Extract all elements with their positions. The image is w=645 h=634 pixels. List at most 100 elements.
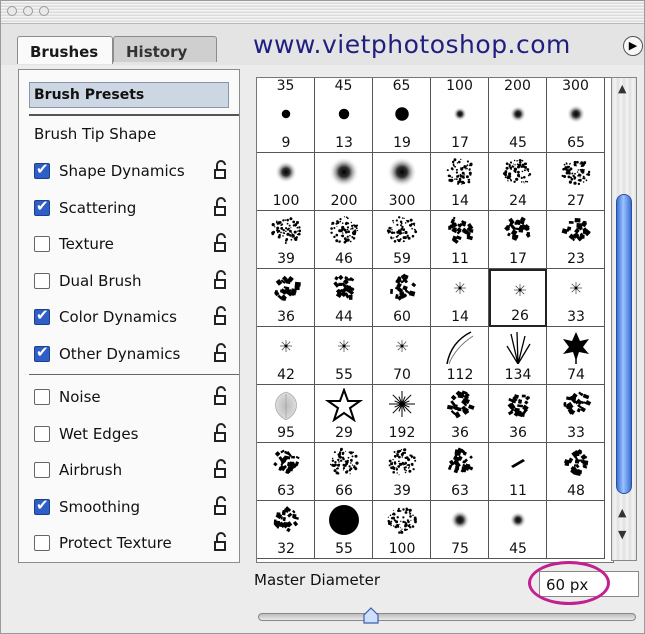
brush-tile[interactable]: 44 [315,269,373,327]
brush-tile[interactable]: 17 [431,95,489,153]
checkbox[interactable] [34,535,50,551]
brush-tile[interactable]: 17 [489,211,547,269]
master-diameter-slider[interactable] [258,613,636,621]
checkbox[interactable] [34,306,50,325]
grid-scrollbar[interactable]: ▲ ▲ ▼ [611,77,637,561]
lock-icon[interactable] [210,196,232,219]
scroll-up-arrow-icon[interactable]: ▲ [618,82,626,95]
brush-size-label: 70 [393,367,411,383]
brush-tile[interactable]: 55 [315,501,373,559]
tab-brushes[interactable]: Brushes [17,36,113,64]
checkbox[interactable] [34,389,50,405]
option-smoothing[interactable]: Smoothing [34,496,234,520]
option-noise[interactable]: Noise [34,386,234,410]
brush-tip-shape-item[interactable]: Brush Tip Shape [34,125,156,143]
brush-tile[interactable]: 45 [489,95,547,153]
brush-tile[interactable]: 100 [373,501,431,559]
master-diameter-input[interactable]: 60 px [539,571,639,597]
option-color-dynamics[interactable]: Color Dynamics [34,306,234,330]
checkbox[interactable] [34,496,50,515]
brush-tile[interactable]: 9 [257,95,315,153]
slider-knob[interactable] [362,607,380,625]
brush-tile[interactable]: 300 [373,153,431,211]
brush-tile[interactable]: 46 [315,211,373,269]
brush-tile[interactable]: 39 [257,211,315,269]
checkbox[interactable] [34,425,50,442]
lock-icon[interactable] [210,532,232,554]
checkbox[interactable] [34,197,50,216]
brush-tile[interactable]: 13 [315,95,373,153]
checkbox[interactable] [34,462,50,478]
checkbox[interactable] [34,272,50,289]
palette-menu-button[interactable]: ▶ [623,36,643,56]
brush-tile[interactable]: 14 [431,153,489,211]
lock-icon[interactable] [210,495,232,518]
brush-tile[interactable]: 23 [547,211,605,269]
brush-tile[interactable]: 63 [257,443,315,501]
checkbox[interactable] [34,343,50,362]
brush-tile[interactable]: 100 [257,153,315,211]
zoom-window-icon[interactable] [39,6,49,16]
brush-tile[interactable]: 36 [489,385,547,443]
checkbox[interactable] [34,236,50,252]
brush-tile[interactable]: 33 [547,269,605,327]
lock-icon[interactable] [210,386,232,408]
brush-tile[interactable]: 11 [489,443,547,501]
minimize-window-icon[interactable] [23,6,33,16]
brush-tile[interactable]: 59 [373,211,431,269]
brush-tile[interactable]: 19 [373,95,431,153]
brush-tile[interactable]: 42 [257,327,315,385]
brush-tile[interactable]: 32 [257,501,315,559]
lock-icon[interactable] [210,459,232,481]
brush-size-label: 200 [330,193,358,209]
scroll-down-arrow-icon[interactable]: ▼ [618,528,626,541]
brush-tile[interactable]: 60 [373,269,431,327]
lock-icon[interactable] [210,422,232,445]
scroll-thumb[interactable] [616,194,632,494]
tab-history[interactable]: History [113,36,217,62]
brush-tile[interactable]: 24 [489,153,547,211]
brush-tile[interactable]: 55 [315,327,373,385]
option-other-dynamics[interactable]: Other Dynamics [34,343,234,367]
brush-tile[interactable]: 26 [489,269,547,327]
option-shape-dynamics[interactable]: Shape Dynamics [34,160,234,184]
brush-tile[interactable]: 36 [431,385,489,443]
header-row: 35 45 65 100 200 300 [257,78,613,95]
brush-tile[interactable]: 33 [547,385,605,443]
lock-icon[interactable] [210,160,232,182]
brush-tile[interactable]: 200 [315,153,373,211]
option-dual-brush[interactable]: Dual Brush [34,269,234,294]
title-bar[interactable] [1,1,644,24]
brush-tile[interactable]: 27 [547,153,605,211]
brush-tile[interactable]: 112 [431,327,489,385]
option-scattering[interactable]: Scattering [34,197,234,221]
option-texture[interactable]: Texture [34,233,234,257]
lock-icon[interactable] [210,342,232,365]
brush-tile[interactable]: 70 [373,327,431,385]
brush-tile[interactable]: 14 [431,269,489,327]
lock-icon[interactable] [210,233,232,255]
brush-tile[interactable]: 66 [315,443,373,501]
brush-tile[interactable]: 36 [257,269,315,327]
lock-icon[interactable] [210,269,232,292]
lock-icon[interactable] [210,306,232,328]
brush-tile[interactable]: 75 [431,501,489,559]
brush-tile[interactable]: 45 [489,501,547,559]
option-airbrush[interactable]: Airbrush [34,459,234,483]
brush-presets-button[interactable]: Brush Presets [29,82,229,108]
option-protect-texture[interactable]: Protect Texture [34,532,234,556]
brush-tile[interactable]: 95 [257,385,315,443]
brush-tile[interactable]: 192 [373,385,431,443]
option-wet-edges[interactable]: Wet Edges [34,422,234,447]
brush-tile[interactable]: 134 [489,327,547,385]
brush-tile[interactable]: 29 [315,385,373,443]
checkbox[interactable] [34,160,50,179]
brush-tile[interactable]: 63 [431,443,489,501]
brush-tile[interactable]: 48 [547,443,605,501]
brush-tile[interactable]: 65 [547,95,605,153]
brush-tile[interactable]: 11 [431,211,489,269]
brush-tile[interactable]: 39 [373,443,431,501]
close-window-icon[interactable] [7,6,17,16]
scroll-up-arrow-icon[interactable]: ▲ [618,506,626,519]
brush-tile[interactable]: 74 [547,327,605,385]
